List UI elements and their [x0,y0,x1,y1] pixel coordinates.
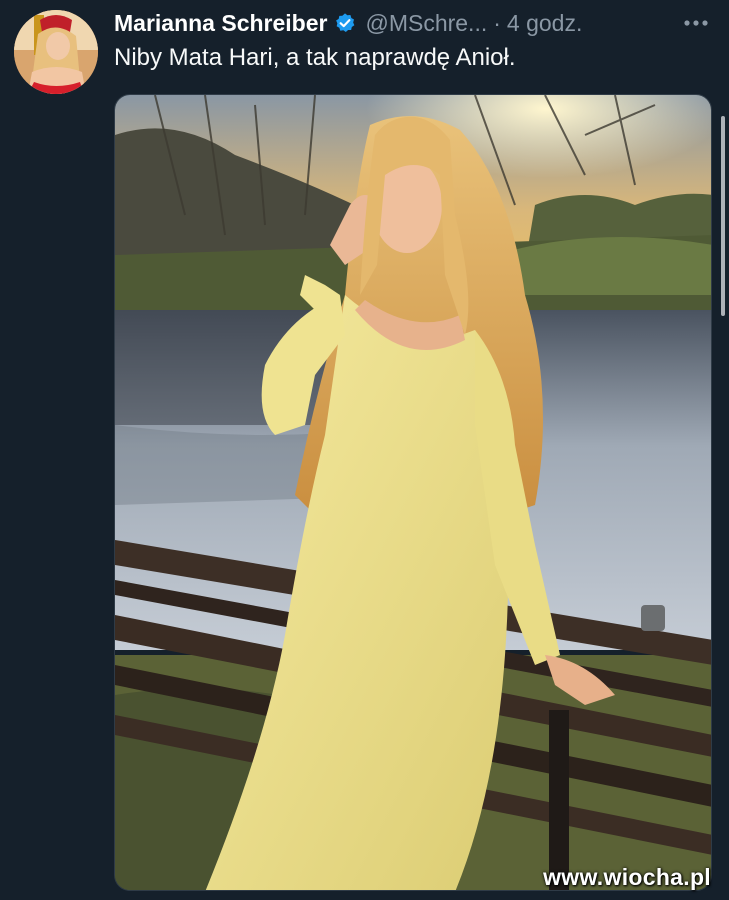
more-options-icon[interactable] [681,9,711,37]
watermark: www.wiocha.pl [543,864,711,890]
author-handle[interactable]: @MSchre... [365,10,487,37]
separator-dot: · [493,9,501,36]
author-name[interactable]: Marianna Schreiber [114,10,327,37]
scrollbar[interactable] [721,116,725,316]
avatar[interactable] [14,10,98,94]
tweet-header: Marianna Schreiber @MSchre... · 4 godz. [114,7,711,39]
tweet-timestamp[interactable]: 4 godz. [507,10,582,37]
tweet-photo[interactable] [114,94,712,891]
verified-badge-icon [334,12,356,34]
tweet-text: Niby Mata Hari, a tak naprawdę Anioł. [114,44,516,71]
tweet-card: Marianna Schreiber @MSchre... · 4 godz. … [0,0,729,900]
